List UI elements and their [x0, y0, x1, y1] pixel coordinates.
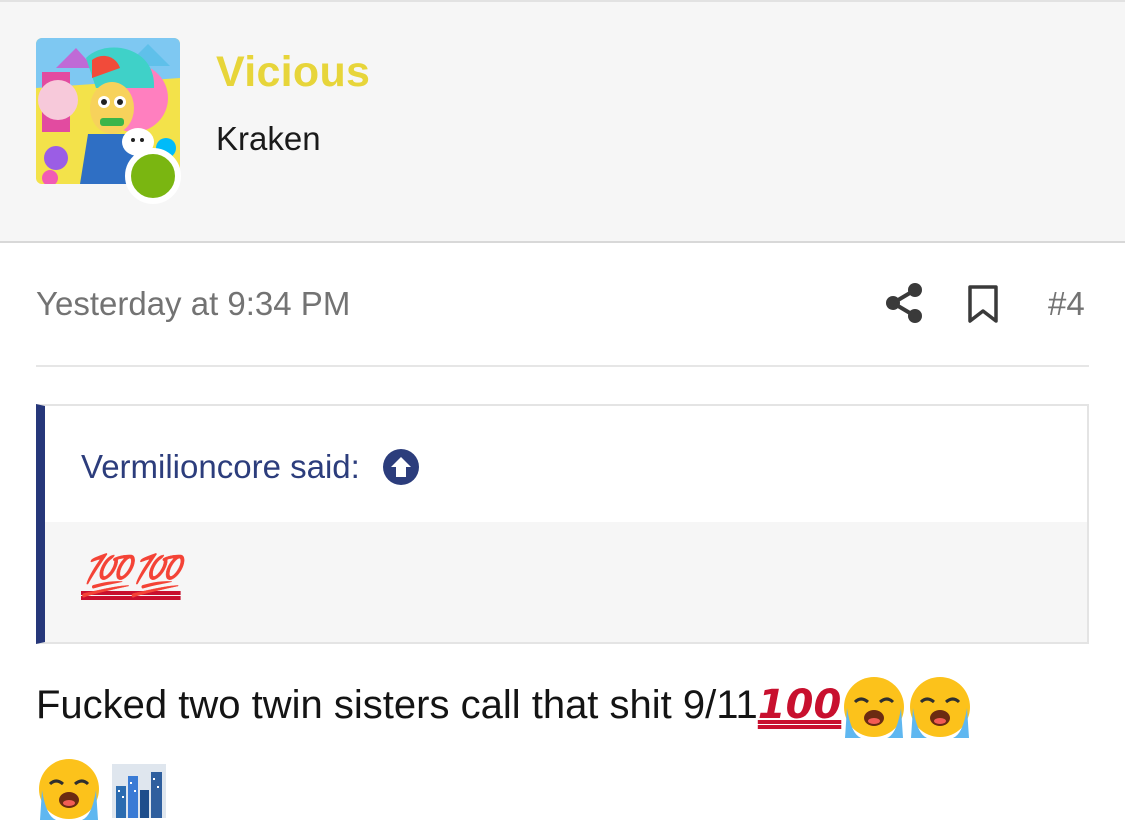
- post-date[interactable]: Yesterday at 9:34 PM: [36, 285, 350, 323]
- quote-body: 💯💯: [45, 522, 1087, 642]
- post-message: Fucked two twin sisters call that shit 9…: [36, 664, 1096, 828]
- username-link[interactable]: Vicious: [216, 48, 370, 97]
- post-header-divider: [36, 365, 1089, 367]
- hundred-points-emoji: 100: [757, 682, 842, 728]
- post-number-link[interactable]: #4: [1048, 285, 1085, 323]
- loudly-crying-face-emoji: [910, 677, 971, 739]
- arrow-up-circle-icon[interactable]: [382, 448, 420, 486]
- quote-block: Vermilioncore said: 💯💯: [36, 404, 1089, 644]
- quote-author-line[interactable]: Vermilioncore said:: [81, 448, 360, 486]
- share-icon[interactable]: [884, 282, 924, 324]
- message-text: Fucked two twin sisters call that shit 9…: [36, 683, 758, 727]
- user-header: Vicious Kraken: [0, 0, 1125, 249]
- online-status-indicator: [125, 148, 181, 204]
- quote-body-text: 💯💯: [81, 553, 181, 599]
- user-title: Kraken: [216, 120, 321, 157]
- loudly-crying-face-emoji: [844, 677, 905, 739]
- quote-header[interactable]: Vermilioncore said:: [81, 448, 420, 486]
- bookmark-icon[interactable]: [965, 284, 1001, 324]
- loudly-crying-face-emoji: [39, 759, 99, 821]
- cityscape-emoji: [112, 764, 166, 819]
